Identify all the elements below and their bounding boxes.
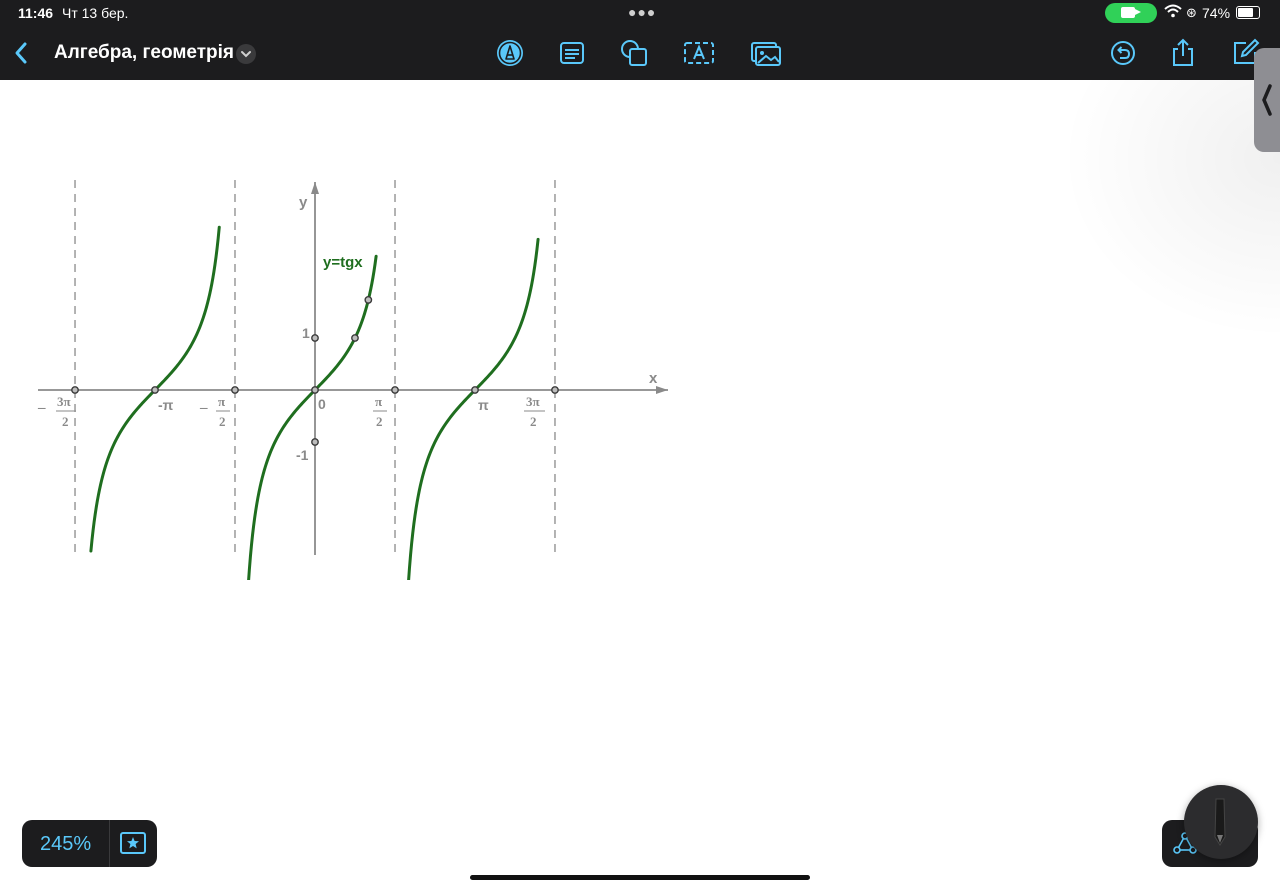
share-button[interactable] bbox=[1166, 36, 1200, 70]
y-axis-arrow bbox=[311, 182, 319, 194]
app-toolbar: Алгебра, геометрія bbox=[0, 26, 1280, 80]
marked-point-5 bbox=[471, 386, 479, 394]
marked-point-6 bbox=[551, 386, 559, 394]
tangent-graph: x y 1 -1 0 -π π – 3π 2 – π 2 π 2 3π 2 y=… bbox=[37, 180, 668, 580]
text-tool-button[interactable] bbox=[682, 36, 716, 70]
x-tick-label-pi: π bbox=[478, 397, 489, 413]
back-button[interactable] bbox=[10, 36, 34, 70]
pen-tool-icon bbox=[497, 40, 523, 66]
document-title[interactable]: Алгебра, геометрія bbox=[54, 42, 234, 64]
x-tick-3pi-2-den: 2 bbox=[530, 414, 537, 429]
x-tick-pi-2-num: π bbox=[375, 394, 382, 409]
zoom-control: 245% bbox=[22, 820, 157, 867]
marked-point-10 bbox=[364, 296, 373, 304]
chevron-down-icon bbox=[241, 51, 251, 58]
tangent-branch-2 bbox=[407, 237, 540, 580]
x-tick-3pi-2-num: 3π bbox=[526, 394, 540, 409]
x-tick-minus-3pi-2-num: 3π bbox=[57, 394, 71, 409]
tangent-branch-1 bbox=[247, 254, 378, 580]
multitasking-dots-icon[interactable]: ●●● bbox=[628, 4, 656, 20]
shapes-icon bbox=[621, 40, 647, 66]
function-label: y=tgx bbox=[323, 254, 363, 271]
wifi-icon bbox=[1164, 4, 1182, 21]
zoom-divider bbox=[109, 820, 110, 867]
shapes-button[interactable] bbox=[617, 36, 651, 70]
undo-button[interactable] bbox=[1106, 36, 1140, 70]
x-tick-minus-pi-2-sign: – bbox=[199, 400, 208, 416]
x-tick-minus-pi-2-num: π bbox=[218, 394, 225, 409]
origin-label: 0 bbox=[318, 396, 326, 412]
undo-icon bbox=[1111, 41, 1135, 65]
x-tick-pi-2-den: 2 bbox=[376, 414, 383, 429]
x-tick-minus-pi-2-den: 2 bbox=[219, 414, 226, 429]
marked-point-3 bbox=[311, 386, 319, 394]
location-icon: ⊛ bbox=[1186, 5, 1197, 20]
chevron-left-icon bbox=[1262, 84, 1272, 116]
marked-point-0 bbox=[71, 386, 79, 394]
battery-percent: 74% bbox=[1202, 5, 1231, 21]
marked-point-8 bbox=[311, 438, 319, 446]
image-icon bbox=[751, 42, 781, 66]
x-axis-label: x bbox=[649, 370, 658, 387]
status-bar: 11:46 Чт 13 бер. ●●● ⊛ 74% bbox=[0, 0, 1280, 26]
bookmark-button[interactable] bbox=[119, 830, 147, 856]
x-tick-minus-3pi-2-sign: – bbox=[37, 400, 46, 416]
share-icon bbox=[1173, 38, 1193, 66]
image-button[interactable] bbox=[749, 36, 783, 70]
home-indicator[interactable] bbox=[470, 875, 810, 880]
sidebar-handle[interactable] bbox=[1254, 48, 1280, 152]
x-axis-arrow bbox=[656, 386, 668, 394]
marked-point-2 bbox=[231, 386, 239, 394]
text-box-button[interactable] bbox=[555, 36, 589, 70]
status-date: Чт 13 бер. bbox=[62, 5, 129, 21]
text-box-icon bbox=[560, 42, 584, 64]
star-bookmark-icon bbox=[120, 832, 146, 854]
marked-point-4 bbox=[391, 386, 399, 394]
y-tick-label-minus-1: -1 bbox=[296, 447, 309, 463]
marked-point-9 bbox=[351, 334, 359, 342]
video-camera-icon bbox=[1121, 7, 1141, 18]
x-tick-minus-3pi-2-den: 2 bbox=[62, 414, 69, 429]
status-time: 11:46 bbox=[18, 5, 54, 21]
text-icon bbox=[684, 42, 714, 64]
pen-tool-button[interactable] bbox=[493, 36, 527, 70]
y-axis-label: y bbox=[299, 194, 308, 211]
y-tick-label-1: 1 bbox=[302, 325, 310, 341]
x-tick-label-neg-pi: -π bbox=[158, 397, 174, 413]
title-menu-button[interactable] bbox=[236, 44, 256, 64]
zoom-level[interactable]: 245% bbox=[40, 833, 91, 856]
chevron-left-icon bbox=[15, 42, 27, 64]
marked-point-1 bbox=[151, 386, 159, 394]
pencil-tool-button[interactable] bbox=[1184, 785, 1258, 859]
battery-icon bbox=[1236, 6, 1260, 19]
page-shadow bbox=[1060, 80, 1280, 340]
pencil-icon bbox=[1214, 798, 1226, 846]
marked-point-7 bbox=[311, 334, 319, 342]
camera-indicator[interactable] bbox=[1105, 3, 1157, 23]
